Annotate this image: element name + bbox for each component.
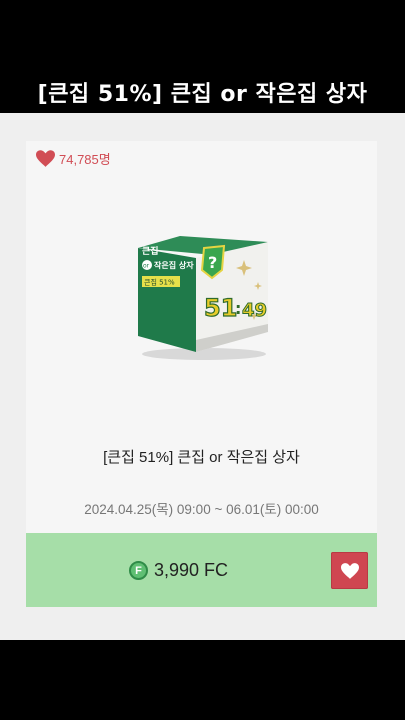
box-label-line2: 작은집 상자 <box>154 260 194 270</box>
price-text: 3,990 FC <box>154 560 229 580</box>
likes-count: 74,785명 <box>59 152 111 167</box>
box-label-badge: 큰집 51% <box>144 278 175 287</box>
heart-icon <box>36 150 55 167</box>
box-ratio-sep: : <box>235 299 241 318</box>
box-ratio-right: 49 <box>242 300 267 321</box>
box-label-line1: 큰집 <box>142 245 159 257</box>
box-ratio-left: 51 <box>204 294 237 322</box>
box-label-or: or <box>143 263 150 270</box>
coin-icon: F <box>129 561 148 580</box>
heart-button-icon <box>340 562 359 579</box>
product-box-image: 큰집 or 작은집 상자 큰집 51% ? 51 : 49 <box>138 236 268 360</box>
sale-period: 2024.04.25(목) 09:00 ~ 06.01(토) 00:00 <box>84 502 319 517</box>
video-title: [큰집 51%] 큰집 or 작은집 상자 <box>37 82 368 107</box>
likes-indicator: 74,785명 <box>36 149 111 168</box>
price-display[interactable]: F 3,990 FC <box>129 560 228 581</box>
bottom-black-bar <box>0 640 405 720</box>
item-name: [큰집 51%] 큰집 or 작은집 상자 <box>103 449 300 466</box>
favorite-button[interactable] <box>331 552 368 589</box>
box-question-mark: ? <box>208 253 217 272</box>
